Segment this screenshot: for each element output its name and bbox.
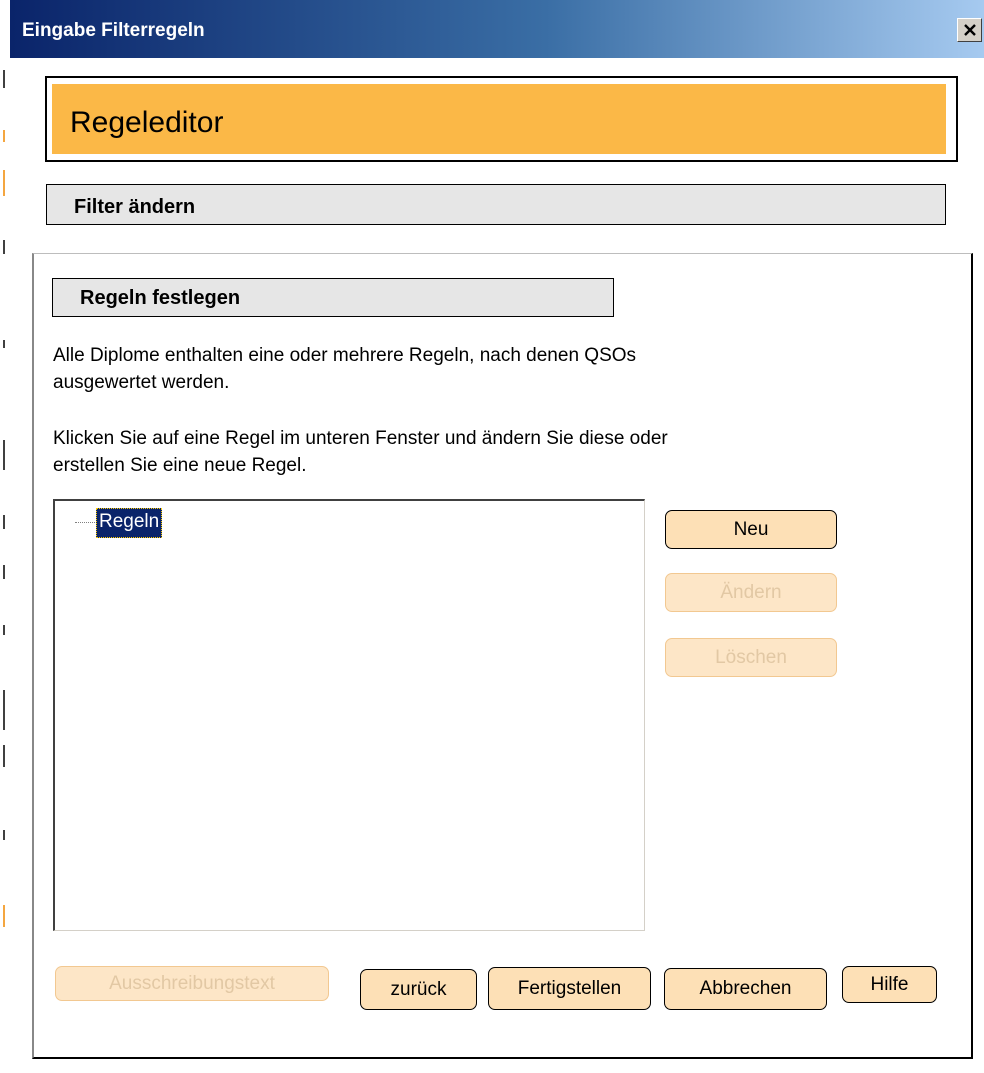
section-title: Filter ändern [74, 196, 196, 218]
edit-rule-button[interactable]: Ändern [665, 573, 837, 612]
tree-node-rules[interactable]: Regeln [96, 508, 163, 538]
description-line: ausgewertet werden. [53, 372, 230, 393]
back-button[interactable]: zurück [360, 969, 477, 1010]
close-icon [963, 24, 976, 36]
page-title: Regeleditor [70, 106, 224, 139]
window-titlebar[interactable]: Eingabe Filterregeln [10, 0, 984, 58]
help-button[interactable]: Hilfe [842, 966, 937, 1003]
announcement-text-button[interactable]: Ausschreibungstext [55, 966, 329, 1001]
finish-button[interactable]: Fertigstellen [488, 967, 651, 1010]
description-line: erstellen Sie eine neue Regel. [53, 455, 307, 476]
delete-rule-button[interactable]: Löschen [665, 638, 837, 677]
cancel-button[interactable]: Abbrechen [664, 968, 827, 1010]
close-button[interactable] [957, 18, 982, 42]
background-window-edge [0, 0, 10, 1073]
window-title: Eingabe Filterregeln [22, 20, 205, 41]
new-rule-button[interactable]: Neu [665, 510, 837, 549]
description-line: Klicken Sie auf eine Regel im unteren Fe… [53, 428, 668, 449]
rules-tree-view[interactable] [53, 499, 645, 931]
tree-connector-line [75, 522, 97, 523]
description-line: Alle Diplome enthalten eine oder mehrere… [53, 345, 637, 366]
subsection-title: Regeln festlegen [80, 287, 241, 309]
